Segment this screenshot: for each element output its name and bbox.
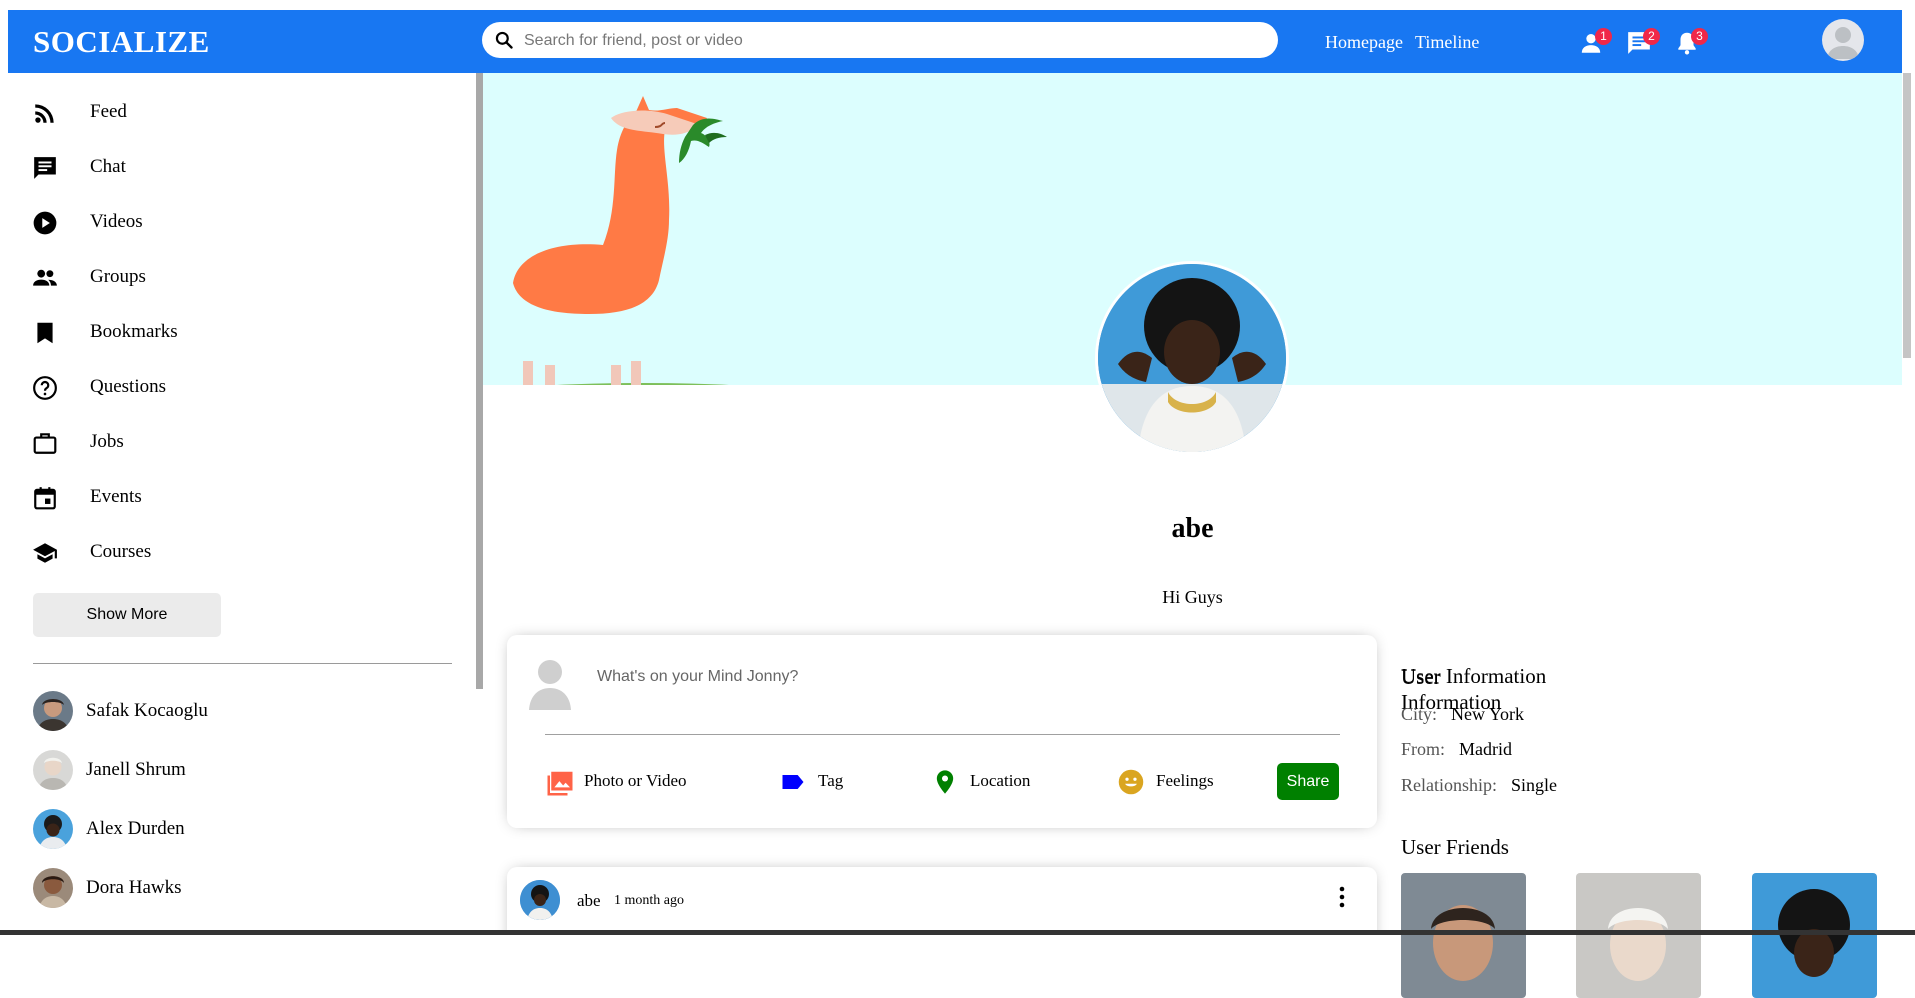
briefcase-icon	[33, 433, 57, 454]
info-row-relationship: Relationship: Single	[1401, 775, 1557, 796]
sidebar-item-label: Chat	[90, 156, 126, 177]
sidebar-item-label: Jobs	[90, 431, 124, 452]
friend-name: Dora Hawks	[86, 877, 182, 898]
sidebar-item-events[interactable]: Events	[32, 477, 452, 517]
option-label: Tag	[818, 771, 844, 790]
sidebar-item-label: Videos	[90, 211, 143, 232]
notifications-button[interactable]: 3	[1670, 25, 1708, 61]
avatar-placeholder-icon	[1827, 27, 1859, 59]
sidebar-scrollbar[interactable]	[476, 73, 483, 689]
rss-icon	[35, 104, 54, 123]
sidebar-item-videos[interactable]: Videos	[32, 202, 452, 242]
share-divider	[545, 734, 1340, 735]
help-circle-icon	[33, 376, 57, 400]
friend-avatar	[33, 809, 73, 849]
post-author-avatar[interactable]	[520, 880, 560, 920]
sidebar-item-questions[interactable]: Questions	[32, 367, 452, 407]
chat-icon	[34, 157, 56, 179]
more-vert-icon[interactable]	[1337, 885, 1347, 909]
post-input[interactable]	[595, 663, 1199, 691]
sidebar-item-label: Events	[90, 486, 142, 507]
profile-avatar[interactable]	[1095, 261, 1289, 455]
share-button[interactable]: Share	[1277, 763, 1339, 800]
info-key: Relationship:	[1401, 775, 1497, 795]
friend-list-item[interactable]: Safak Kocaoglu	[33, 689, 453, 733]
user-friend-photo[interactable]	[1401, 873, 1526, 998]
info-key: City:	[1401, 704, 1438, 724]
info-row-city: City: New York	[1401, 704, 1524, 725]
tag-icon	[782, 775, 804, 789]
user-avatar[interactable]	[1822, 19, 1864, 61]
post-card: abe 1 month ago	[507, 867, 1377, 935]
friend-avatar	[33, 691, 73, 731]
photo-library-icon	[547, 771, 573, 796]
sidebar-divider	[33, 663, 452, 664]
top-links: Homepage Timeline	[1325, 32, 1491, 53]
friend-avatar	[33, 750, 73, 790]
friend-list-item[interactable]: Alex Durden	[33, 807, 453, 851]
notifications-badge: 3	[1691, 28, 1708, 45]
sidebar-item-label: Bookmarks	[90, 321, 178, 342]
sidebar-item-label: Courses	[90, 541, 152, 562]
friend-avatar	[33, 868, 73, 908]
sidebar-item-label: Questions	[90, 376, 166, 397]
sidebar-item-chat[interactable]: Chat	[32, 147, 452, 187]
post-author-name[interactable]: abe	[577, 891, 601, 911]
calendar-icon	[34, 487, 56, 510]
show-more-button[interactable]: Show More	[33, 593, 221, 637]
user-info-heading: User Information	[1401, 664, 1547, 688]
group-icon	[33, 269, 57, 286]
info-value: New York	[1451, 704, 1525, 724]
friend-list-item[interactable]: Janell Shrum	[33, 748, 453, 792]
friend-name: Alex Durden	[86, 818, 185, 839]
search-bar[interactable]	[482, 22, 1278, 60]
llama-illustration	[513, 96, 729, 385]
profile-main: abe Hi Guys Photo or Video Tag Location …	[483, 73, 1902, 935]
sidebar: Feed Chat Videos Groups Bookmarks Questi…	[8, 73, 477, 935]
bottom-edge	[0, 930, 1915, 935]
info-value: Madrid	[1459, 739, 1513, 759]
option-label: Feelings	[1156, 771, 1214, 790]
option-label: Photo or Video	[584, 771, 687, 790]
profile-name: abe	[1171, 513, 1214, 544]
user-friend-photo[interactable]	[1752, 873, 1877, 998]
search-input[interactable]	[522, 22, 1266, 60]
bookmark-icon	[37, 322, 53, 344]
info-key: From:	[1401, 739, 1446, 759]
messages-button[interactable]: 2	[1622, 25, 1660, 61]
friend-requests-button[interactable]: 1	[1574, 25, 1612, 61]
user-friends-heading: User Friends	[1401, 835, 1509, 859]
friend-name: Safak Kocaoglu	[86, 700, 208, 721]
school-icon	[33, 543, 57, 563]
sidebar-item-label: Feed	[90, 101, 127, 122]
messages-badge: 2	[1643, 28, 1660, 45]
post-date: 1 month ago	[614, 893, 684, 908]
info-row-from: From: Madrid	[1401, 739, 1512, 760]
sidebar-item-feed[interactable]: Feed	[32, 92, 452, 132]
friend-requests-badge: 1	[1595, 28, 1612, 45]
sidebar-item-label: Groups	[90, 266, 146, 287]
info-value: Single	[1511, 775, 1558, 795]
avatar-placeholder-icon	[529, 660, 571, 710]
timeline-link[interactable]: Timeline	[1415, 32, 1479, 52]
sidebar-item-jobs[interactable]: Jobs	[32, 422, 452, 462]
sidebar-item-groups[interactable]: Groups	[32, 257, 452, 297]
play-circle-icon	[33, 211, 57, 235]
search-icon	[495, 31, 513, 49]
smiley-icon	[1118, 769, 1144, 795]
option-label: Location	[970, 771, 1031, 790]
profile-description: Hi Guys	[1162, 587, 1223, 607]
sidebar-item-courses[interactable]: Courses	[32, 532, 452, 572]
location-pin-icon	[936, 770, 954, 794]
top-bar: SOCIALIZE Homepage Timeline 1 2 3	[8, 10, 1902, 73]
friend-list-item[interactable]: Dora Hawks	[33, 866, 453, 910]
share-post-box: Photo or Video Tag Location Feelings Sha…	[507, 635, 1377, 828]
friend-name: Janell Shrum	[86, 759, 186, 780]
page-scrollbar[interactable]	[1903, 73, 1911, 358]
user-friend-photo[interactable]	[1576, 873, 1701, 998]
sidebar-item-bookmarks[interactable]: Bookmarks	[32, 312, 452, 352]
app-logo[interactable]: SOCIALIZE	[33, 24, 210, 60]
homepage-link[interactable]: Homepage	[1325, 32, 1403, 52]
